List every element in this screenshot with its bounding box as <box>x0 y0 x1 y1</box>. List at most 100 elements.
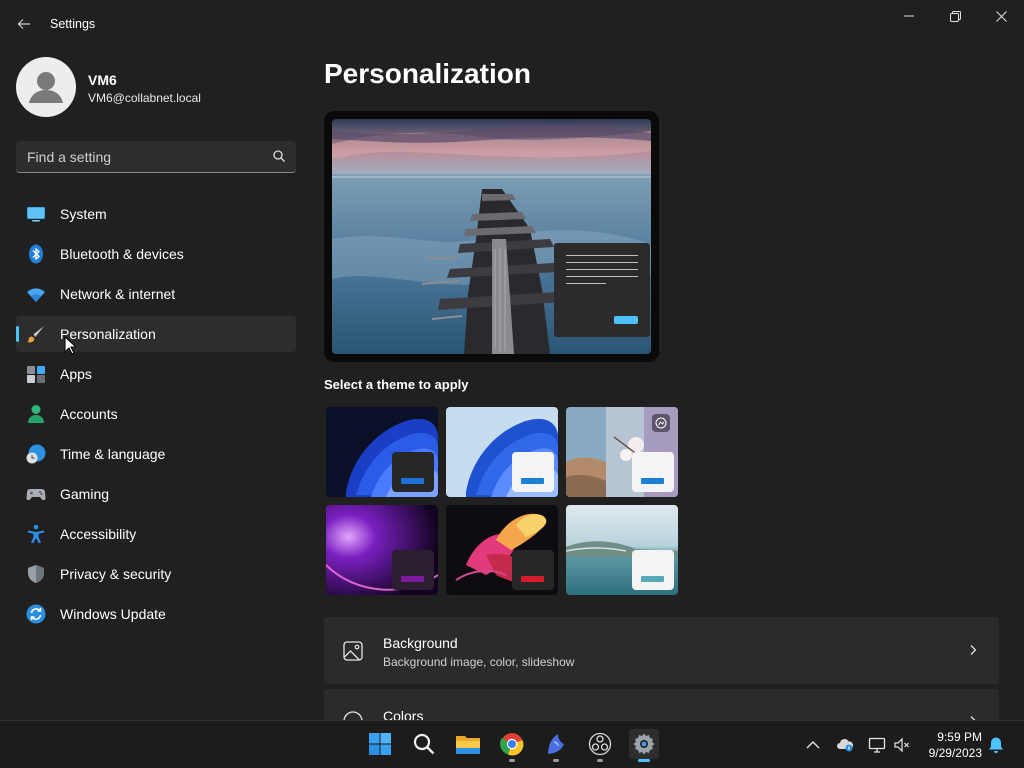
sidebar-item-apps[interactable]: Apps <box>16 356 296 392</box>
theme-windows-dark[interactable] <box>326 407 438 497</box>
themes-section-label: Select a theme to apply <box>324 377 469 392</box>
sidebar-item-bluetooth[interactable]: Bluetooth & devices <box>16 236 296 272</box>
obs-button[interactable] <box>585 729 615 762</box>
notification-bell-icon[interactable] <box>987 736 1005 754</box>
sidebar-item-network[interactable]: Network & internet <box>16 276 296 312</box>
theme-windows-light[interactable] <box>446 407 558 497</box>
theme-accent <box>521 478 544 484</box>
bird-app-button[interactable] <box>541 729 571 762</box>
taskbar: 9:59 PM 9/29/2023 <box>0 720 1024 768</box>
accessibility-icon <box>28 524 44 543</box>
card-title: Background <box>383 635 458 651</box>
sidebar-item-label: Network & internet <box>60 286 176 302</box>
minimize-icon <box>904 15 914 17</box>
theme-flow[interactable] <box>566 505 678 595</box>
sidebar-item-system[interactable]: System <box>16 196 296 232</box>
background-setting-card[interactable]: Background Background image, color, slid… <box>324 617 999 684</box>
app-bird-icon <box>548 734 564 754</box>
sidebar-item-privacy-security[interactable]: Privacy & security <box>16 556 296 592</box>
theme-window-mock <box>512 550 554 590</box>
title-bar: Settings <box>0 0 1024 48</box>
onedrive-icon[interactable] <box>836 736 854 754</box>
running-indicator <box>597 759 603 762</box>
gamepad-icon <box>26 489 46 501</box>
taskbar-search-button[interactable] <box>409 729 439 759</box>
apps-icon <box>27 366 45 383</box>
search-box[interactable] <box>16 141 296 173</box>
preview-accent-button <box>614 316 638 324</box>
minimize-button[interactable] <box>886 0 932 32</box>
running-indicator <box>509 759 515 762</box>
sidebar-item-label: Gaming <box>60 486 110 502</box>
close-icon <box>995 10 1007 22</box>
search-input[interactable] <box>16 141 266 172</box>
wifi-icon <box>27 288 45 302</box>
chrome-button[interactable] <box>497 729 527 762</box>
shield-icon <box>28 565 44 583</box>
app-title: Settings <box>50 17 96 31</box>
user-name: VM6 <box>88 72 117 88</box>
mouse-cursor-icon <box>64 336 76 355</box>
system-icon <box>27 207 45 222</box>
preview-text-line <box>566 269 638 270</box>
theme-window-mock <box>392 452 434 492</box>
theme-accent <box>401 576 424 582</box>
volume-muted-icon[interactable] <box>893 736 911 754</box>
theme-glow[interactable] <box>326 505 438 595</box>
theme-accent <box>641 576 664 582</box>
theme-window-mock <box>632 550 674 590</box>
desktop-preview-image <box>332 119 651 354</box>
sidebar-item-label: Accessibility <box>60 526 137 542</box>
settings-app-button[interactable] <box>629 729 659 762</box>
theme-accent <box>401 478 424 484</box>
close-button[interactable] <box>978 0 1024 32</box>
sidebar-item-windows-update[interactable]: Windows Update <box>16 596 296 632</box>
restore-icon <box>949 10 961 22</box>
user-email: VM6@collabnet.local <box>88 91 201 105</box>
clock-date[interactable]: 9/29/2023 <box>912 746 982 760</box>
theme-window-mock <box>632 452 674 492</box>
bluetooth-icon <box>29 244 43 264</box>
chevron-up-icon[interactable] <box>804 736 822 754</box>
sidebar-item-gaming[interactable]: Gaming <box>16 476 296 512</box>
clock-time[interactable]: 9:59 PM <box>922 730 982 744</box>
preview-window-mock <box>554 243 650 337</box>
avatar[interactable] <box>16 57 76 117</box>
active-indicator <box>16 326 19 342</box>
spotlight-badge-icon <box>652 414 670 432</box>
sidebar-item-label: System <box>60 206 107 222</box>
theme-preview <box>324 111 659 362</box>
sidebar-item-time-language[interactable]: Time & language <box>16 436 296 472</box>
sidebar-item-personalization[interactable]: Personalization <box>16 316 296 352</box>
accounts-icon <box>28 405 44 423</box>
sidebar-item-label: Apps <box>60 366 92 382</box>
obs-icon <box>588 732 612 756</box>
update-icon <box>26 604 46 624</box>
restore-button[interactable] <box>932 0 978 32</box>
page-title: Personalization <box>324 58 531 89</box>
preview-text-line <box>566 283 606 284</box>
active-app-indicator <box>638 759 650 762</box>
search-icon[interactable] <box>272 149 286 163</box>
sidebar-item-accounts[interactable]: Accounts <box>16 396 296 432</box>
globe-clock-icon <box>26 444 46 464</box>
preview-text-line <box>566 262 638 263</box>
preview-text-line <box>566 276 638 277</box>
start-button[interactable] <box>365 729 395 759</box>
network-icon[interactable] <box>868 736 886 754</box>
sidebar-item-accessibility[interactable]: Accessibility <box>16 516 296 552</box>
file-explorer-button[interactable] <box>453 729 483 759</box>
preview-text-line <box>566 255 638 256</box>
back-arrow-icon <box>17 19 30 29</box>
chrome-icon <box>500 733 524 756</box>
sidebar-item-label: Bluetooth & devices <box>60 246 184 262</box>
sidebar-item-label: Windows Update <box>60 606 166 622</box>
theme-captured-motion[interactable] <box>446 505 558 595</box>
theme-accent <box>521 576 544 582</box>
image-icon <box>343 641 363 661</box>
running-indicator <box>553 759 559 762</box>
theme-windows-spotlight[interactable] <box>566 407 678 497</box>
card-subtitle: Background image, color, slideshow <box>383 655 575 669</box>
back-button[interactable] <box>10 10 38 38</box>
theme-accent <box>641 478 664 484</box>
